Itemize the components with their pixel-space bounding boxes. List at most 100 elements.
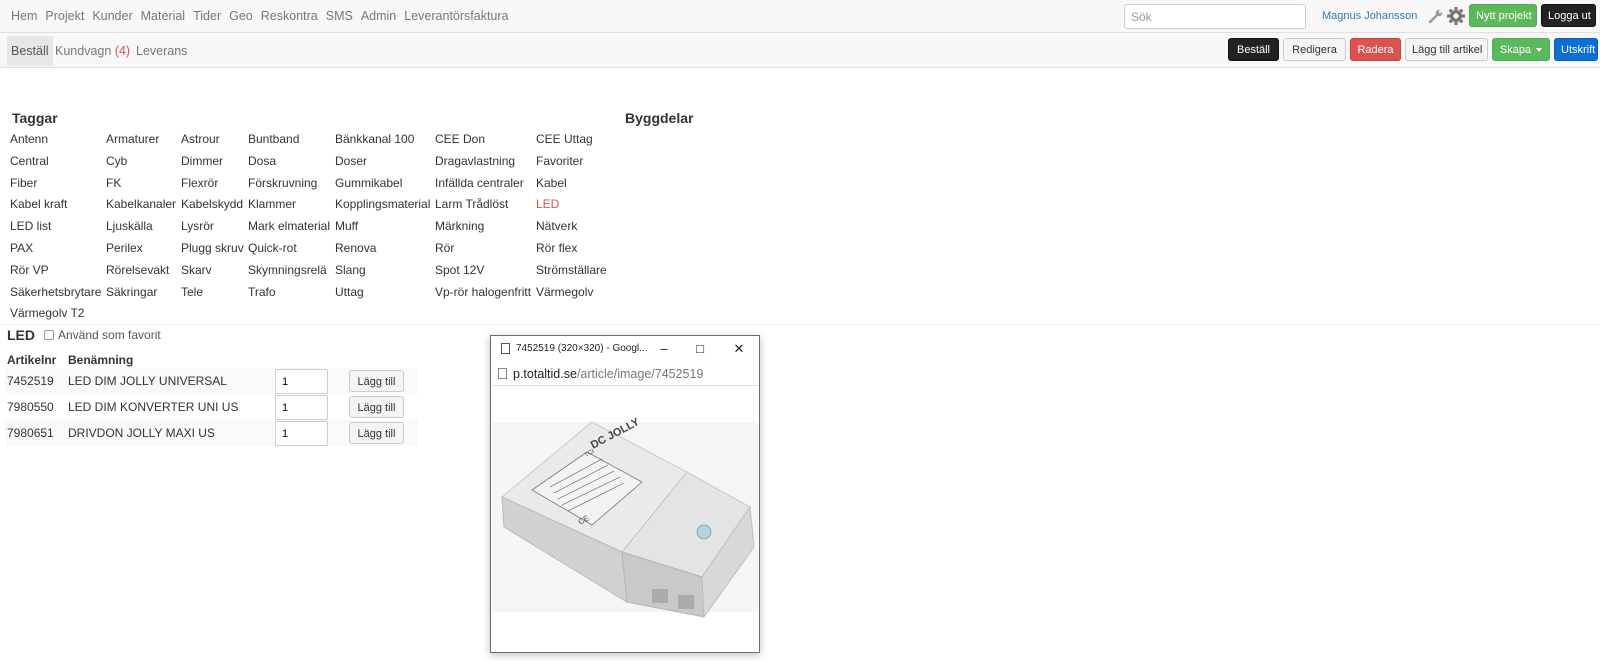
logout-button[interactable]: Logga ut [1541, 4, 1596, 27]
print-button[interactable]: Utskrift [1554, 38, 1598, 61]
tag-link[interactable]: Klammer [248, 197, 296, 211]
tag-link[interactable]: Rör flex [536, 241, 577, 255]
edit-button[interactable]: Redigera [1283, 38, 1346, 61]
tab-leverans[interactable]: Leverans [136, 36, 187, 66]
tag-link[interactable]: Säkerhetsbrytare [10, 285, 101, 299]
new-project-button[interactable]: Nytt projekt [1469, 4, 1537, 27]
tag-link[interactable]: Doser [335, 154, 367, 168]
tag-link[interactable]: Rörelsevakt [106, 263, 169, 277]
nav-item-kunder[interactable]: Kunder [92, 9, 132, 23]
nav-item-admin[interactable]: Admin [361, 9, 396, 23]
tag-link[interactable]: CEE Uttag [536, 132, 593, 146]
nav-item-sms[interactable]: SMS [326, 9, 353, 23]
order-button[interactable]: Beställ [1228, 38, 1279, 61]
tag-link[interactable]: Kabel kraft [10, 197, 67, 211]
quantity-input[interactable] [275, 395, 328, 420]
tag-link[interactable]: Rör [435, 241, 454, 255]
tag-link[interactable]: Central [10, 154, 49, 168]
nav-item-tider[interactable]: Tider [193, 9, 221, 23]
tag-link[interactable]: Skymningsrelä [248, 263, 327, 277]
tag-link[interactable]: Antenn [10, 132, 48, 146]
url-path: /article/image/7452519 [576, 367, 704, 381]
tag-link[interactable]: Kabelkanaler [106, 197, 176, 211]
tag-link[interactable]: Kopplingsmaterial [335, 197, 430, 211]
tag-link[interactable]: Fiber [10, 176, 37, 190]
tag-link[interactable]: Rör VP [10, 263, 49, 277]
create-dropdown-button[interactable]: Skapa [1492, 38, 1550, 61]
minimize-icon[interactable]: – [655, 340, 673, 358]
tag-link[interactable]: Slang [335, 263, 366, 277]
add-to-cart-button[interactable]: Lägg till [349, 396, 404, 418]
tag-link[interactable]: Cyb [106, 154, 127, 168]
tag-link[interactable]: Kabel [536, 176, 567, 190]
tag-link[interactable]: Gummikabel [335, 176, 402, 190]
tag-link[interactable]: Uttag [335, 285, 364, 299]
add-article-button[interactable]: Lägg till artikel [1405, 38, 1488, 61]
tag-link[interactable]: Tele [181, 285, 203, 299]
tag-link[interactable]: CEE Don [435, 132, 485, 146]
tag-link[interactable]: Strömställare [536, 263, 607, 277]
tag-link[interactable]: Värmegolv [536, 285, 593, 299]
tag-link[interactable]: LED list [10, 219, 51, 233]
tag-link[interactable]: Favoriter [536, 154, 583, 168]
article-number: 7980550 [7, 400, 54, 414]
nav-item-geo[interactable]: Geo [229, 9, 253, 23]
nav-item-reskontra[interactable]: Reskontra [261, 9, 318, 23]
building-parts-title: Byggdelar [625, 110, 694, 126]
tag-link[interactable]: LED [536, 197, 559, 211]
tag-link[interactable]: Perilex [106, 241, 143, 255]
tag-link[interactable]: Plugg skruv [181, 241, 244, 255]
popup-url-bar[interactable]: p.totaltid.se/article/image/7452519 [492, 362, 758, 386]
tag-link[interactable]: Flexrör [181, 176, 218, 190]
close-icon[interactable]: ✕ [730, 340, 748, 358]
nav-item-leverantorsfaktura[interactable]: Leverantörsfaktura [404, 9, 508, 23]
tag-link[interactable]: Trafo [248, 285, 276, 299]
tag-link[interactable]: Dimmer [181, 154, 223, 168]
tag-link[interactable]: Armaturer [106, 132, 159, 146]
tag-link[interactable]: FK [106, 176, 121, 190]
nav-item-projekt[interactable]: Projekt [45, 9, 84, 23]
favorite-checkbox[interactable] [44, 330, 54, 340]
tag-link[interactable]: Nätverk [536, 219, 577, 233]
user-link[interactable]: Magnus Johansson [1322, 10, 1417, 22]
tag-link[interactable]: Larm Trådlöst [435, 197, 508, 211]
tag-link[interactable]: Skarv [181, 263, 212, 277]
tag-link[interactable]: Infällda centraler [435, 176, 524, 190]
tag-link[interactable]: Bänkkanal 100 [335, 132, 414, 146]
tag-link[interactable]: Dragavlastning [435, 154, 515, 168]
tag-link[interactable]: Renova [335, 241, 376, 255]
gear-icon[interactable] [1446, 6, 1466, 26]
tag-link[interactable]: Vp-rör halogenfritt [435, 285, 531, 299]
tag-link[interactable]: Spot 12V [435, 263, 484, 277]
tag-link[interactable]: Säkringar [106, 285, 157, 299]
quantity-input[interactable] [275, 421, 328, 446]
delete-button[interactable]: Radera [1350, 38, 1401, 61]
tag-link[interactable]: Förskruvning [248, 176, 317, 190]
cart-count: (4) [114, 44, 131, 58]
quantity-input[interactable] [275, 369, 328, 394]
add-to-cart-button[interactable]: Lägg till [349, 370, 404, 392]
nav-item-hem[interactable]: Hem [11, 9, 37, 23]
tag-link[interactable]: Dosa [248, 154, 276, 168]
tag-link[interactable]: Märkning [435, 219, 484, 233]
tag-link[interactable]: PAX [10, 241, 33, 255]
url-host: p.totaltid.se [513, 367, 577, 381]
add-to-cart-button[interactable]: Lägg till [349, 422, 404, 444]
tab-bestall[interactable]: Beställ [7, 36, 53, 66]
tag-link[interactable]: Lysrör [181, 219, 214, 233]
tag-link[interactable]: Astrour [181, 132, 220, 146]
tag-link[interactable]: Buntband [248, 132, 299, 146]
tag-link[interactable]: Ljuskälla [106, 219, 153, 233]
tab-kundvagn[interactable]: Kundvagn (4) [55, 36, 130, 66]
tag-link[interactable]: Värmegolv T2 [10, 306, 84, 320]
search-input[interactable] [1124, 4, 1306, 29]
tag-link[interactable]: Muff [335, 219, 358, 233]
tag-link[interactable]: Quick-rot [248, 241, 297, 255]
tag-link[interactable]: Mark elmaterial [248, 219, 330, 233]
tag-link[interactable]: Kabelskydd [181, 197, 243, 211]
popup-titlebar[interactable]: 7452519 (320×320) - Googl... – □ ✕ [491, 336, 759, 362]
maximize-icon[interactable]: □ [691, 340, 709, 358]
favorite-label: Använd som favorit [58, 328, 161, 342]
wrench-icon[interactable] [1428, 8, 1444, 24]
nav-item-material[interactable]: Material [141, 9, 185, 23]
